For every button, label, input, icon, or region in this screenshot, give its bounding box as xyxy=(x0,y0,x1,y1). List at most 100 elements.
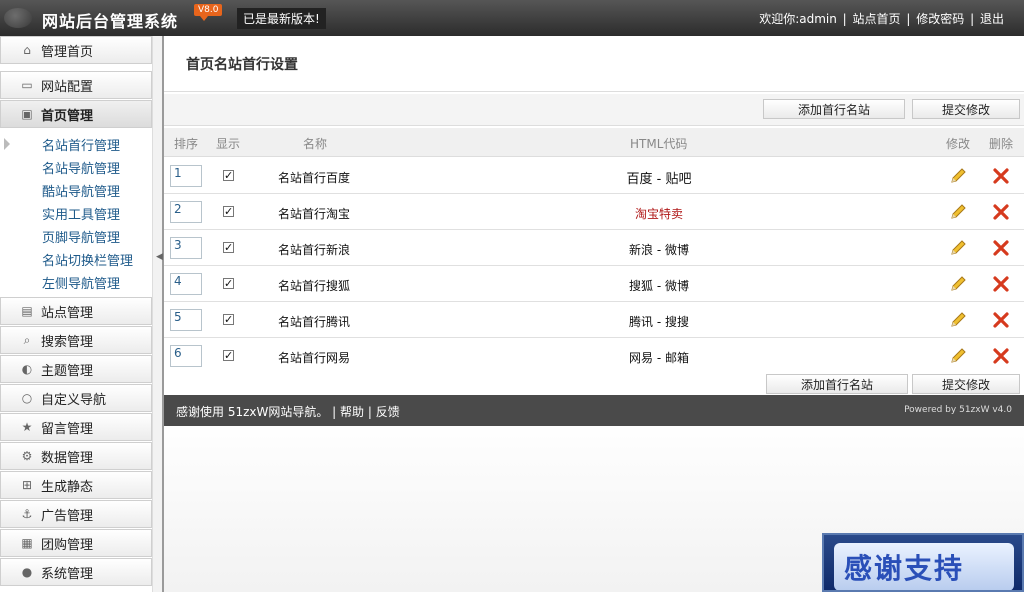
house-icon: ⌂ xyxy=(23,43,31,57)
plus-box-icon: ⊞ xyxy=(21,478,33,492)
sidebar-item-label: 自定义导航 xyxy=(41,392,107,408)
sort-input[interactable]: 2 xyxy=(170,201,202,223)
show-checkbox[interactable]: ✓ xyxy=(223,314,234,325)
pencil-edit-icon[interactable] xyxy=(949,275,967,293)
star-icon: ★ xyxy=(21,420,33,434)
sidebar: ⌂ 管理首页 ▭ 网站配置 ▣ 首页管理 名站首行管理 名站导航管理 酷站导航管… xyxy=(0,36,152,592)
add-top-site-button[interactable]: 添加首行名站 xyxy=(763,99,905,119)
sidebar-item-label: 主题管理 xyxy=(41,363,94,379)
collapse-arrow-icon[interactable]: ◀ xyxy=(156,252,163,264)
delete-x-icon[interactable] xyxy=(992,347,1010,365)
show-checkbox[interactable]: ✓ xyxy=(223,170,234,181)
submit-button[interactable]: 提交修改 xyxy=(912,374,1020,394)
sidebar-splitter[interactable]: ◀ xyxy=(152,36,164,592)
site-name: 名站首行网易 xyxy=(278,351,351,365)
show-checkbox[interactable]: ✓ xyxy=(223,242,234,253)
submenu-item-famous-nav[interactable]: 名站导航管理 xyxy=(42,158,120,177)
sort-input[interactable]: 6 xyxy=(170,345,202,367)
calendar-icon: ▦ xyxy=(21,536,33,550)
sidebar-item-system-management[interactable]: ● 系统管理 xyxy=(0,558,152,586)
show-checkbox[interactable]: ✓ xyxy=(223,278,234,289)
pencil-edit-icon[interactable] xyxy=(949,239,967,257)
sidebar-item-label: 管理首页 xyxy=(41,44,94,60)
gear-icon: ⚙ xyxy=(21,449,33,463)
sort-input[interactable]: 1 xyxy=(170,165,202,187)
submenu-item-left-nav[interactable]: 左侧导航管理 xyxy=(42,273,120,292)
column-header-sort: 排序 xyxy=(174,137,199,151)
bottom-toolbar: 添加首行名站 提交修改 xyxy=(164,373,1024,395)
user-icon: ● xyxy=(21,565,33,579)
banner-text: 感谢支持 xyxy=(844,552,965,585)
anchor-icon: ⚓ xyxy=(21,507,33,521)
table-row: 1 ✓ 名站首行百度 百度 - 贴吧 xyxy=(164,158,1024,194)
top-nav: 欢迎你:admin | 站点首页 | 修改密码 | 退出 xyxy=(757,10,1004,27)
sidebar-item-site-management[interactable]: ▤ 站点管理 xyxy=(0,297,152,325)
pencil-edit-icon[interactable] xyxy=(949,203,967,221)
table-row: 3 ✓ 名站首行新浪 新浪 - 微博 xyxy=(164,230,1024,266)
sidebar-item-dashboard[interactable]: ⌂ 管理首页 xyxy=(0,36,152,64)
thanks-banner: 感谢支持 xyxy=(822,533,1024,592)
column-header-name: 名称 xyxy=(303,137,328,151)
html-code: 新浪 - 微博 xyxy=(629,243,689,257)
show-checkbox[interactable]: ✓ xyxy=(223,350,234,361)
sidebar-item-theme-management[interactable]: ◐ 主题管理 xyxy=(0,355,152,383)
table-row: 4 ✓ 名站首行搜狐 搜狐 - 微博 xyxy=(164,266,1024,302)
submenu-item-cool-nav[interactable]: 酷站导航管理 xyxy=(42,181,120,200)
submenu: 名站首行管理 名站导航管理 酷站导航管理 实用工具管理 页脚导航管理 名站切换栏… xyxy=(0,132,152,296)
sidebar-item-search-management[interactable]: ⌕ 搜索管理 xyxy=(0,326,152,354)
site-name: 名站首行新浪 xyxy=(278,243,351,257)
delete-x-icon[interactable] xyxy=(992,275,1010,293)
footer-thanks: 感谢使用 51zxW网站导航。 | 帮助 | 反馈 xyxy=(176,405,400,419)
delete-x-icon[interactable] xyxy=(992,203,1010,221)
system-title: 网站后台管理系统 xyxy=(42,12,179,31)
table-row: 2 ✓ 名站首行淘宝 淘宝特卖 xyxy=(164,194,1024,230)
html-code: 腾讯 - 搜搜 xyxy=(629,315,689,329)
sort-input[interactable]: 5 xyxy=(170,309,202,331)
sidebar-item-groupbuy-management[interactable]: ▦ 团购管理 xyxy=(0,529,152,557)
sidebar-item-custom-nav[interactable]: ○ 自定义导航 xyxy=(0,384,152,412)
footer: 感谢使用 51zxW网站导航。 | 帮助 | 反馈 Powered by 51z… xyxy=(164,395,1024,426)
table-header: 排序 显示 名称 HTML代码 修改 删除 xyxy=(164,128,1024,157)
submenu-item-top-row[interactable]: 名站首行管理 xyxy=(3,135,120,154)
search-icon: ⌕ xyxy=(23,332,31,347)
sort-input[interactable]: 4 xyxy=(170,273,202,295)
change-password-link[interactable]: 修改密码 xyxy=(916,12,964,26)
sidebar-item-generate-static[interactable]: ⊞ 生成静态 xyxy=(0,471,152,499)
submenu-item-footer-nav[interactable]: 页脚导航管理 xyxy=(42,227,120,246)
column-header-html: HTML代码 xyxy=(630,137,688,151)
divider xyxy=(164,91,1024,92)
main-content: 首页名站首行设置 添加首行名站 提交修改 排序 显示 名称 HTML代码 修改 … xyxy=(164,36,1024,592)
submenu-item-switch-bar[interactable]: 名站切换栏管理 xyxy=(42,250,133,269)
show-checkbox[interactable]: ✓ xyxy=(223,206,234,217)
delete-x-icon[interactable] xyxy=(992,167,1010,185)
logout-link[interactable]: 退出 xyxy=(980,12,1004,26)
sidebar-item-data-management[interactable]: ⚙ 数据管理 xyxy=(0,442,152,470)
pencil-edit-icon[interactable] xyxy=(949,347,967,365)
welcome-text: 欢迎你:admin xyxy=(759,12,837,26)
sidebar-item-label: 数据管理 xyxy=(41,450,94,466)
site-home-link[interactable]: 站点首页 xyxy=(853,12,901,26)
html-code: 搜狐 - 微博 xyxy=(629,279,689,293)
site-name: 名站首行百度 xyxy=(278,171,351,185)
sidebar-item-label: 网站配置 xyxy=(41,79,94,95)
pencil-edit-icon[interactable] xyxy=(949,167,967,185)
html-code: 百度 - 贴吧 xyxy=(626,172,692,187)
top-toolbar: 添加首行名站 提交修改 xyxy=(164,94,1024,126)
site-name: 名站首行搜狐 xyxy=(278,279,351,293)
sidebar-item-message-management[interactable]: ★ 留言管理 xyxy=(0,413,152,441)
submit-button[interactable]: 提交修改 xyxy=(912,99,1020,119)
sidebar-item-ad-management[interactable]: ⚓ 广告管理 xyxy=(0,500,152,528)
submenu-item-tools[interactable]: 实用工具管理 xyxy=(42,204,120,223)
sidebar-item-label: 系统管理 xyxy=(41,566,94,582)
nav-separator: | xyxy=(970,12,975,26)
delete-x-icon[interactable] xyxy=(992,311,1010,329)
site-name: 名站首行腾讯 xyxy=(278,315,351,329)
add-top-site-button[interactable]: 添加首行名站 xyxy=(766,374,908,394)
pencil-edit-icon[interactable] xyxy=(949,311,967,329)
sidebar-item-site-config[interactable]: ▭ 网站配置 xyxy=(0,71,152,99)
html-code: 网易 - 邮箱 xyxy=(629,351,689,365)
sidebar-item-home-management[interactable]: ▣ 首页管理 xyxy=(0,100,152,128)
lightbulb-icon: ○ xyxy=(21,391,33,405)
sort-input[interactable]: 3 xyxy=(170,237,202,259)
delete-x-icon[interactable] xyxy=(992,239,1010,257)
